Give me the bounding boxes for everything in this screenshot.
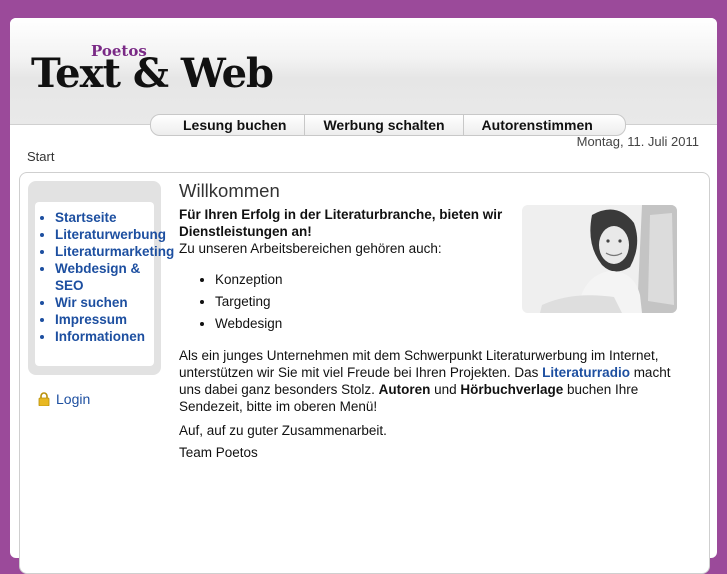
login-link[interactable]: Login — [38, 391, 90, 407]
page: Poetos Text & Web Lesung buchen Werbung … — [10, 18, 717, 574]
sidebar-menu: Startseite Literaturwerbung Literaturmar… — [28, 181, 174, 375]
about-text-3: und — [430, 382, 461, 397]
about-autoren: Autoren — [378, 382, 431, 397]
lock-icon — [38, 392, 50, 406]
nav-autorenstimmen[interactable]: Autorenstimmen — [462, 115, 611, 135]
sidebar-item-startseite[interactable]: Startseite — [55, 209, 154, 226]
sidebar-item-literaturmarketing[interactable]: Literaturmarketing — [55, 243, 174, 260]
photo-illustration — [522, 205, 677, 313]
top-nav: Lesung buchen Werbung schalten Autorenst… — [150, 114, 626, 136]
sidebar-list: Startseite Literaturwerbung Literaturmar… — [35, 202, 174, 345]
nav-werbung-schalten[interactable]: Werbung schalten — [304, 115, 462, 135]
list-item: Webdesign — [215, 313, 699, 335]
sidebar-inner: Startseite Literaturwerbung Literaturmar… — [35, 202, 174, 366]
closing-text: Auf, auf zu guter Zusammenarbeit. — [179, 423, 387, 438]
breadcrumb: Start — [27, 149, 55, 164]
content-box: Startseite Literaturwerbung Literaturmar… — [19, 172, 710, 574]
sidebar-item-webdesign[interactable]: Webdesign & — [55, 260, 154, 277]
about-hoerbuchverlage: Hörbuchverlage — [460, 382, 564, 397]
literaturradio-link[interactable]: Literaturradio — [542, 365, 630, 380]
about-paragraph: Als ein junges Unternehmen mit dem Schwe… — [179, 347, 679, 415]
woman-photo — [522, 205, 677, 313]
sidebar-item-literaturwerbung[interactable]: Literaturwerbung — [55, 226, 166, 243]
sidebar-item-seo[interactable]: SEO — [55, 277, 154, 294]
sidebar-item-wir-suchen[interactable]: Wir suchen — [55, 294, 154, 311]
page-title: Willkommen — [179, 180, 280, 201]
intro-text: Für Ihren Erfolg in der Literaturbranche… — [179, 207, 503, 239]
date-display: Montag, 11. Juli 2011 — [576, 134, 699, 149]
header: Poetos Text & Web — [10, 18, 717, 125]
signature-text: Team Poetos — [179, 445, 258, 460]
logo-text-web[interactable]: Text & Web — [31, 50, 274, 97]
sidebar-item-informationen[interactable]: Informationen — [55, 328, 154, 345]
login-label: Login — [56, 391, 91, 407]
sidebar-item-impressum[interactable]: Impressum — [55, 311, 154, 328]
nav-lesung-buchen[interactable]: Lesung buchen — [165, 115, 304, 135]
